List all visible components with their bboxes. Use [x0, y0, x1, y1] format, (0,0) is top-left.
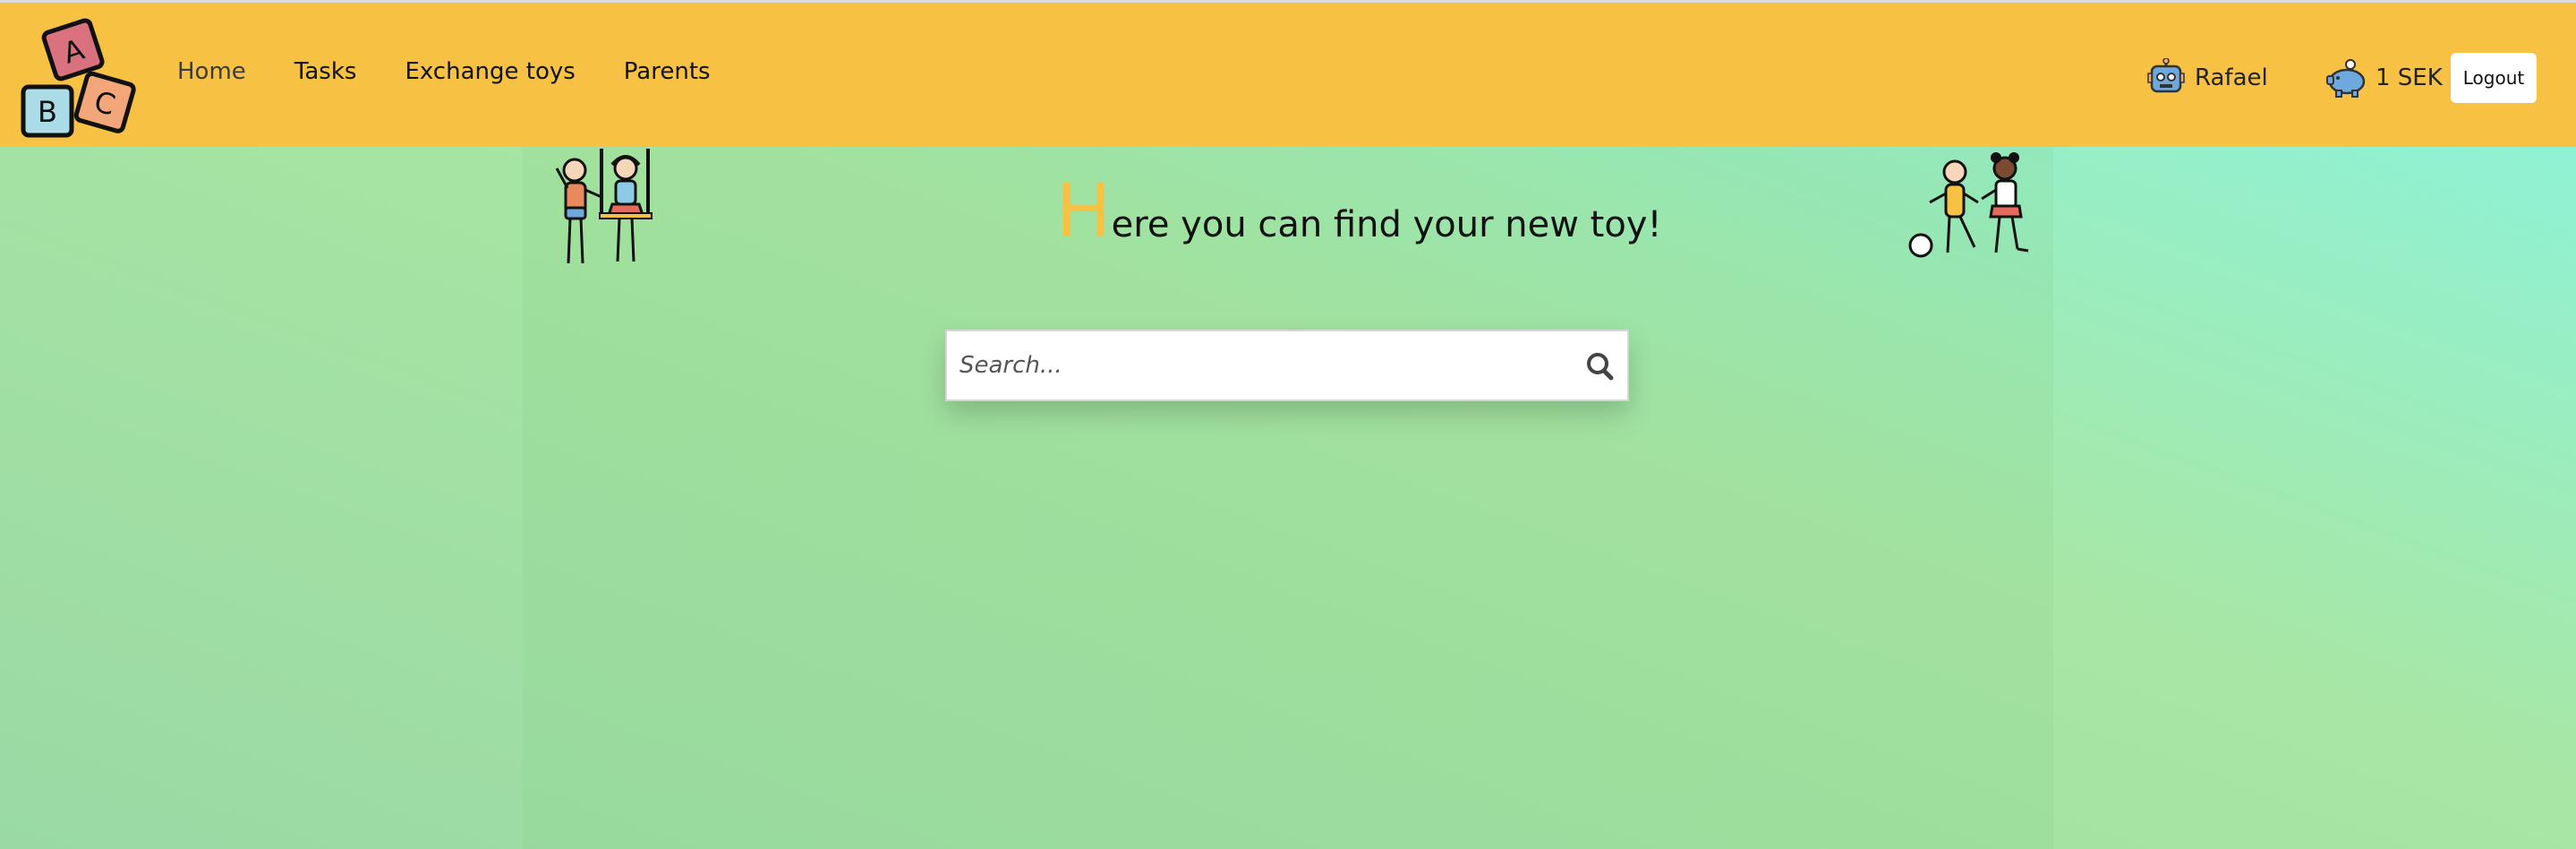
balance-display: 1 SEK [2325, 58, 2443, 98]
main-content-panel [523, 147, 2053, 849]
main-navigation: Home Tasks Exchange toys Parents [177, 58, 759, 85]
search-icon[interactable] [1581, 347, 1620, 383]
kids-on-swing-illustration [555, 149, 653, 264]
balance-amount: 1 SEK [2376, 64, 2443, 91]
heading-initial: H [1056, 169, 1112, 254]
nav-link-exchange-toys[interactable]: Exchange toys [405, 58, 575, 85]
piggy-bank-icon [2326, 59, 2366, 98]
nav-link-parents[interactable]: Parents [624, 58, 711, 85]
abc-blocks-logo[interactable]: A B C [18, 15, 143, 141]
search-box [945, 330, 1629, 401]
top-navbar: A B C Home Tasks Exchange toys Parents R… [0, 0, 2576, 147]
search-input[interactable] [960, 331, 1568, 399]
nav-link-home[interactable]: Home [177, 58, 246, 85]
logo-letter-b: B [38, 95, 57, 129]
logout-button[interactable]: Logout [2451, 53, 2537, 103]
heading-text: ere you can find your new toy! [1111, 204, 1662, 245]
robot-icon [2147, 58, 2185, 93]
user-profile[interactable]: Rafael [2146, 58, 2268, 98]
page-heading: Here you can find your new toy! [1056, 176, 1662, 249]
kids-playing-ball-illustration [1908, 152, 2029, 258]
user-name: Rafael [2195, 64, 2268, 91]
nav-link-tasks[interactable]: Tasks [294, 58, 357, 85]
